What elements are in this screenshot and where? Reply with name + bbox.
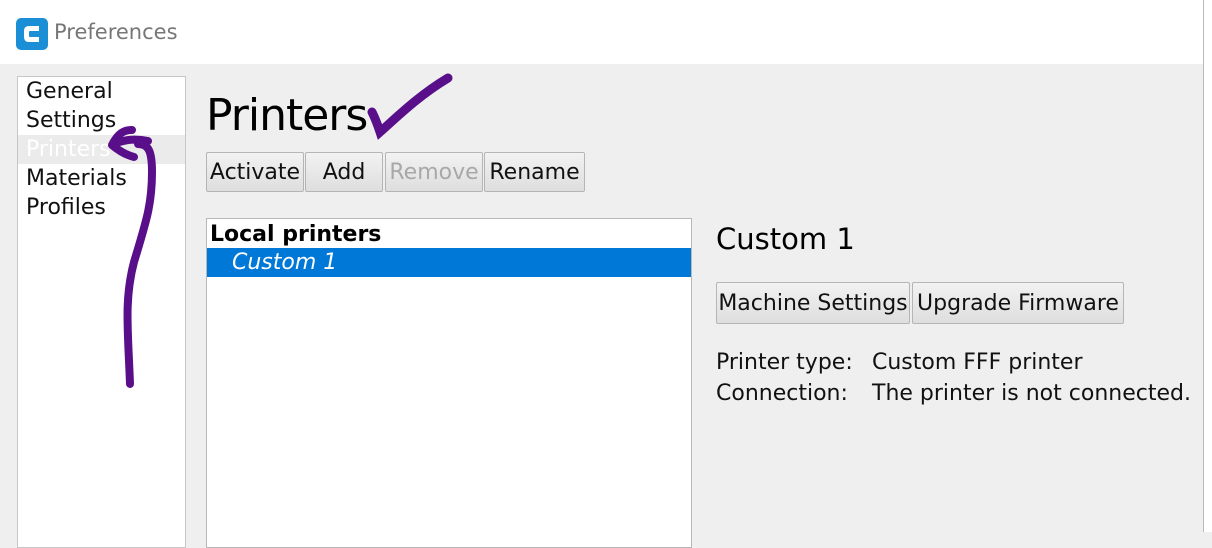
sidebar-item-profiles[interactable]: Profiles xyxy=(18,193,185,222)
printer-type-value: Custom FFF printer xyxy=(872,350,1083,375)
sidebar-item-settings[interactable]: Settings xyxy=(18,106,185,135)
preferences-sidebar: General Settings Printers Materials Prof… xyxy=(17,76,186,548)
activate-button[interactable]: Activate xyxy=(206,152,304,192)
upgrade-firmware-button[interactable]: Upgrade Firmware xyxy=(912,282,1124,324)
remove-button[interactable]: Remove xyxy=(385,152,483,192)
title-bar[interactable]: Preferences xyxy=(0,0,1204,64)
cura-logo-icon xyxy=(16,18,48,50)
window-title: Preferences xyxy=(54,20,178,44)
machine-settings-button[interactable]: Machine Settings xyxy=(716,282,910,324)
page-title: Printers xyxy=(206,90,368,141)
list-section-header: Local printers xyxy=(210,222,382,247)
printer-type-label: Printer type: xyxy=(716,350,853,375)
list-item[interactable]: Custom 1 xyxy=(207,248,691,277)
connection-label: Connection: xyxy=(716,381,848,406)
add-button[interactable]: Add xyxy=(305,152,383,192)
connection-value: The printer is not connected. xyxy=(872,381,1191,406)
annotation-checkmark xyxy=(367,73,453,140)
printer-list: Local printers Custom 1 xyxy=(206,218,692,548)
sidebar-item-materials[interactable]: Materials xyxy=(18,164,185,193)
sidebar-item-printers[interactable]: Printers xyxy=(18,135,185,164)
printer-name: Custom 1 xyxy=(716,222,855,256)
sidebar-item-general[interactable]: General xyxy=(18,77,185,106)
rename-button[interactable]: Rename xyxy=(484,152,585,192)
window-border xyxy=(1204,0,1212,532)
